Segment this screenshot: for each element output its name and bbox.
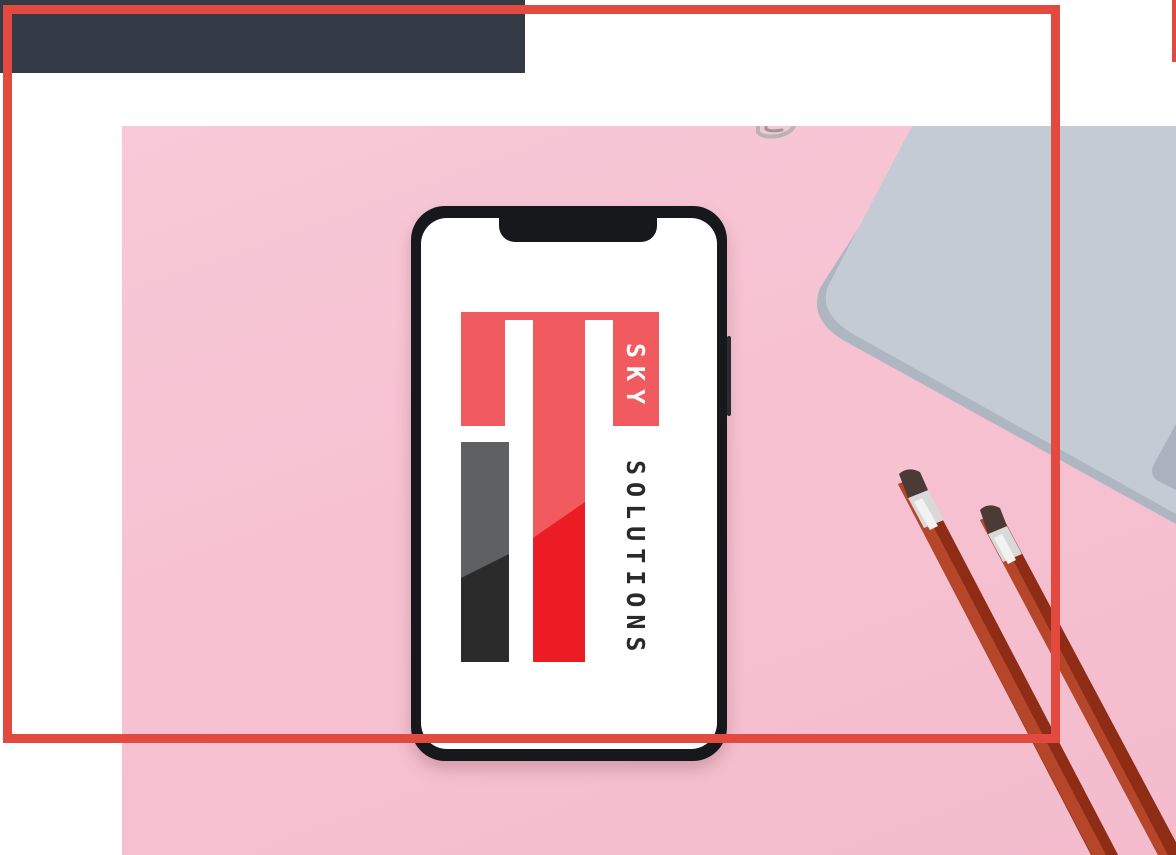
right-edge-accent: [1172, 0, 1176, 62]
brand-name-sky: SKY: [621, 343, 650, 413]
phone-screen: SKY SOLUTIONS: [421, 218, 717, 749]
phone-notch: [499, 218, 657, 242]
top-dark-bar: [0, 0, 525, 73]
pencil: [898, 469, 1119, 855]
smartphone: SKY SOLUTIONS: [411, 206, 731, 761]
brand-name-solutions: SOLUTIONS: [621, 459, 650, 659]
hero-photo: SKY SOLUTIONS: [122, 126, 1176, 855]
phone-side-button: [727, 336, 731, 416]
hero-banner: SKY SOLUTIONS: [0, 0, 1176, 855]
paper-clip-icon: [756, 126, 796, 139]
brand-text: SKY SOLUTIONS: [611, 312, 659, 672]
sky-solutions-logo: SKY SOLUTIONS: [461, 302, 661, 662]
laptop: [816, 126, 1176, 524]
